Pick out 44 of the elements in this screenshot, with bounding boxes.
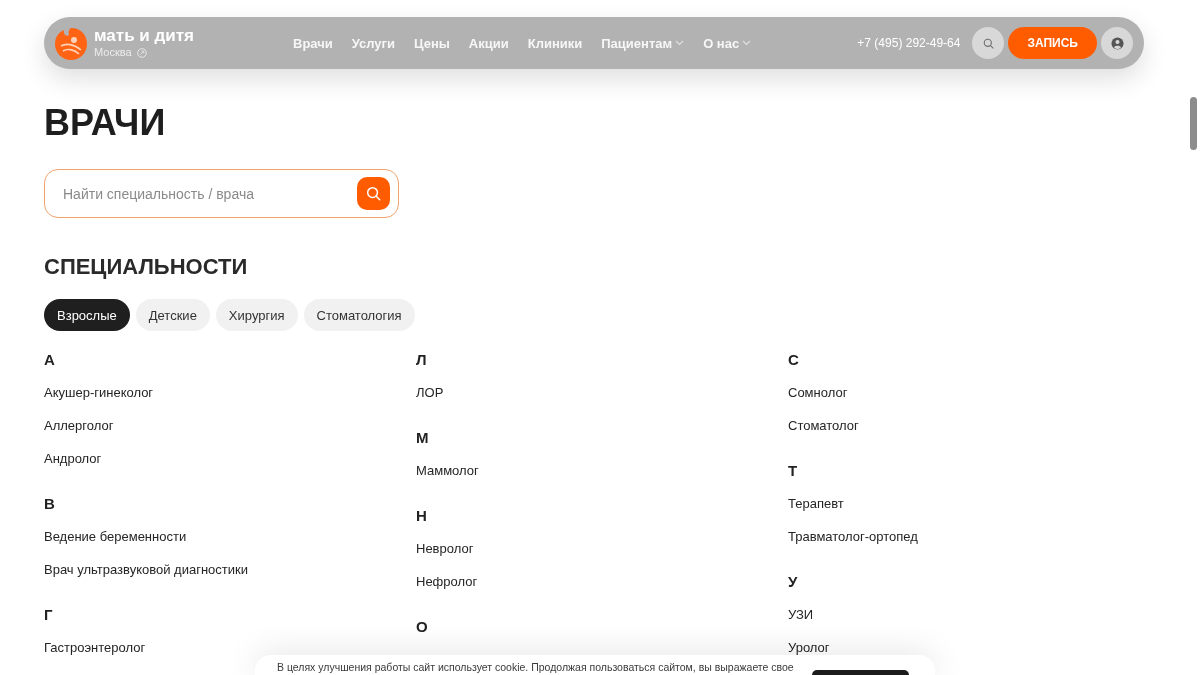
specialty-link[interactable]: Сомнолог xyxy=(788,384,848,401)
category-tab[interactable]: Хирургия xyxy=(215,299,298,331)
scrollbar-thumb[interactable] xyxy=(1190,97,1197,150)
search-submit-button[interactable] xyxy=(357,177,390,210)
location-icon[interactable] xyxy=(136,47,147,58)
letter-heading: Н xyxy=(416,507,427,524)
letter-heading: А xyxy=(44,351,55,368)
letter-heading: Т xyxy=(788,462,798,479)
specialty-link[interactable]: Врач ультразвуковой диагностики xyxy=(44,561,248,578)
banner-button[interactable] xyxy=(812,670,909,675)
specialty-link[interactable]: Травматолог-ортопед xyxy=(788,528,918,545)
letter-heading: Л xyxy=(416,351,427,368)
search-icon xyxy=(366,186,381,201)
section-title: СПЕЦИАЛЬНОСТИ xyxy=(44,253,249,281)
letter-heading: М xyxy=(416,429,429,446)
category-tab[interactable]: Взрослые xyxy=(44,299,130,331)
category-tab[interactable]: Детские xyxy=(135,299,210,331)
specialty-link[interactable]: Невролог xyxy=(416,540,474,557)
specialty-link[interactable]: Гастроэнтеролог xyxy=(44,639,146,656)
page-title: ВРАЧИ xyxy=(44,103,167,143)
specialty-link[interactable]: Уролог xyxy=(788,639,830,656)
letter-heading: О xyxy=(416,618,428,635)
specialty-link[interactable]: Ведение беременности xyxy=(44,528,187,545)
specialty-link[interactable]: Аллерголог xyxy=(44,417,114,434)
letter-heading: С xyxy=(788,351,799,368)
user-icon xyxy=(1110,36,1124,50)
logo-icon[interactable] xyxy=(54,25,88,61)
letter-heading: В xyxy=(44,495,55,512)
letter-heading: Г xyxy=(44,606,53,623)
search-field[interactable]: Найти специальность / врача xyxy=(44,169,399,218)
specialty-link[interactable]: ЛОР xyxy=(416,384,444,401)
specialty-link[interactable]: Терапевт xyxy=(788,495,844,512)
cookie-notice-text: В целях улучшения работы сайт использует cookie. Продолжая пользоваться сайтом, вы выражаете свое xyxy=(277,661,794,674)
specialty-link[interactable]: УЗИ xyxy=(788,606,814,623)
search-button[interactable] xyxy=(972,27,1005,59)
specialty-link[interactable]: Маммолог xyxy=(416,462,479,479)
specialty-link[interactable]: Стоматолог xyxy=(788,417,859,434)
letter-heading: У xyxy=(788,573,798,590)
specialty-link[interactable]: Андролог xyxy=(44,450,102,467)
category-tab[interactable]: Стоматология xyxy=(303,299,415,331)
search-icon xyxy=(982,37,994,49)
profile-button[interactable] xyxy=(1101,27,1133,59)
specialty-link[interactable]: Нефролог xyxy=(416,573,478,590)
specialty-link[interactable]: Акушер-гинеколог xyxy=(44,384,154,401)
